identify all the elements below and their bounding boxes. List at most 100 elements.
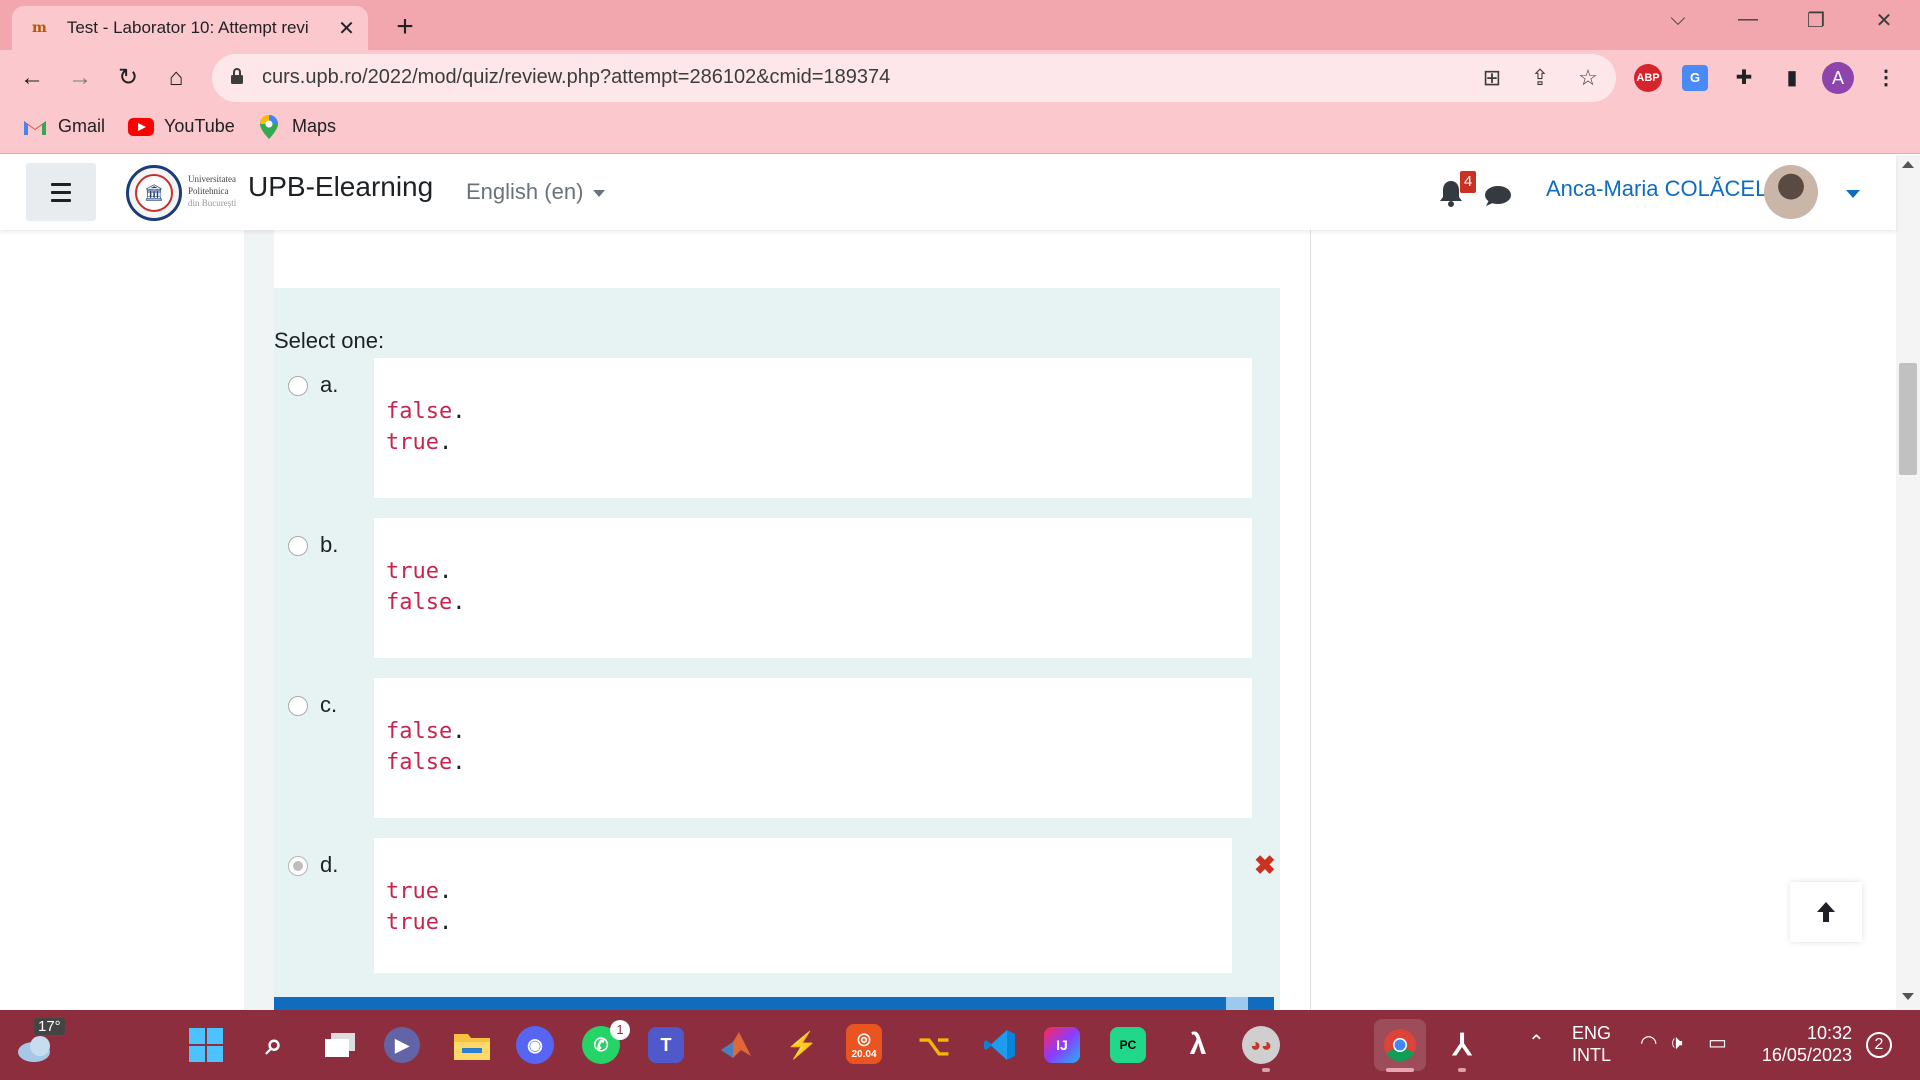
- radio-button[interactable]: [288, 536, 308, 556]
- chrome-menu-icon[interactable]: ⋮: [1870, 62, 1902, 94]
- git-branch-icon[interactable]: ⌥: [912, 1023, 956, 1067]
- caret-down-icon: [593, 189, 606, 197]
- code-literal: false: [386, 750, 453, 775]
- bookmark-star-icon[interactable]: ☆: [1574, 64, 1602, 92]
- app-logo-icon[interactable]: ⚡: [780, 1023, 824, 1067]
- profile-avatar[interactable]: A: [1822, 62, 1854, 94]
- bookmark-youtube[interactable]: YouTube: [128, 116, 235, 137]
- select-one-label: Select one:: [274, 328, 385, 353]
- side-panel-icon[interactable]: ▮: [1776, 62, 1808, 94]
- option-letter: a.: [320, 372, 339, 397]
- hamburger-menu-button[interactable]: [26, 163, 96, 221]
- translate-page-icon[interactable]: ⊞: [1478, 64, 1506, 92]
- home-icon[interactable]: ⌂: [158, 60, 194, 96]
- university-building-icon: 🏛: [135, 174, 173, 212]
- site-name-link[interactable]: UPB-Elearning: [248, 171, 433, 203]
- tab-close-icon[interactable]: ✕: [337, 16, 356, 41]
- code-punct: .: [452, 590, 466, 615]
- windows-taskbar: 17° ⌕ ▶ ◉ ✆ 1 T ⚡ ◎ 20.04 ⌥ IJ PC λ ◕◕ ⅄…: [0, 1010, 1920, 1080]
- notification-center-badge[interactable]: 2: [1866, 1032, 1892, 1058]
- vscode-icon[interactable]: [978, 1023, 1022, 1067]
- back-arrow-icon[interactable]: ←: [14, 60, 50, 96]
- share-icon[interactable]: ⇪: [1526, 64, 1554, 92]
- intellij-idea-icon[interactable]: IJ: [1044, 1027, 1080, 1063]
- pycharm-icon[interactable]: PC: [1110, 1027, 1146, 1063]
- bookmark-label: YouTube: [164, 116, 235, 136]
- code-literal: false: [386, 719, 453, 744]
- extensions-puzzle-icon[interactable]: ✚: [1728, 62, 1760, 94]
- chat-bubble-icon[interactable]: [1484, 185, 1512, 207]
- app-owl-icon[interactable]: ◕◕: [1242, 1026, 1280, 1064]
- forward-arrow-icon[interactable]: →: [62, 60, 98, 96]
- show-hidden-icons-chevron[interactable]: ⌃: [1528, 1032, 1545, 1054]
- scroll-down-arrow-icon[interactable]: [1902, 993, 1914, 1000]
- user-avatar[interactable]: [1764, 165, 1818, 219]
- language-menu[interactable]: English (en): [466, 179, 606, 205]
- restore-window-button[interactable]: ❐: [1796, 8, 1836, 33]
- page-scrollbar[interactable]: [1896, 155, 1920, 1010]
- minimize-window-button[interactable]: —: [1728, 8, 1768, 31]
- new-tab-button[interactable]: +: [390, 10, 420, 44]
- arrow-up-icon: [1817, 902, 1835, 922]
- wifi-icon[interactable]: ◠: [1640, 1032, 1657, 1054]
- option-letter: d.: [320, 852, 339, 877]
- battery-icon[interactable]: ▭: [1708, 1032, 1727, 1054]
- incorrect-x-icon: ✖: [1254, 850, 1276, 880]
- start-windows-icon[interactable]: [184, 1023, 228, 1067]
- address-bar[interactable]: curs.upb.ro/2022/mod/quiz/review.php?att…: [212, 54, 1616, 102]
- input-language-indicator[interactable]: ENG INTL: [1572, 1022, 1611, 1066]
- browser-tab-active[interactable]: m Test - Laborator 10: Attempt revi ✕: [12, 6, 368, 50]
- code-punct: .: [452, 719, 466, 744]
- feedback-bar: [274, 997, 1274, 1010]
- youtube-icon: [128, 117, 154, 137]
- adblock-plus-icon[interactable]: ABP: [1634, 64, 1662, 92]
- upb-logo[interactable]: 🏛: [126, 165, 182, 221]
- search-icon[interactable]: ⌕: [252, 1023, 296, 1067]
- radio-button[interactable]: [288, 376, 308, 396]
- user-name-link[interactable]: Anca-Maria COLĂCEL: [1546, 176, 1767, 202]
- code-punct: .: [438, 430, 453, 455]
- logo-wordmark: Universitatea Politehnica din București: [188, 173, 236, 209]
- option-code-box: true. true.: [374, 838, 1232, 973]
- task-view-icon[interactable]: [318, 1023, 362, 1067]
- file-explorer-icon[interactable]: [450, 1023, 494, 1067]
- web-page: 🏛 Universitatea Politehnica din Bucureșt…: [0, 155, 1920, 1010]
- bookmark-maps[interactable]: Maps: [256, 114, 336, 139]
- code-line: false.: [386, 747, 1240, 778]
- back-to-top-button[interactable]: [1790, 882, 1862, 942]
- code-line: true.: [386, 876, 1220, 907]
- teams-chat-icon[interactable]: ▶: [384, 1027, 420, 1063]
- user-menu-caret-icon[interactable]: [1846, 190, 1860, 198]
- maps-pin-icon: [256, 114, 282, 139]
- url-text[interactable]: curs.upb.ro/2022/mod/quiz/review.php?att…: [262, 66, 890, 89]
- code-line: true.: [386, 427, 1240, 458]
- code-literal: true: [386, 559, 439, 584]
- reload-icon[interactable]: ↻: [110, 60, 146, 96]
- radio-button-selected[interactable]: [288, 856, 308, 876]
- chrome-taskbar-icon[interactable]: [1374, 1019, 1426, 1071]
- browser-toolbar: ← → ↻ ⌂ curs.upb.ro/2022/mod/quiz/review…: [0, 50, 1920, 106]
- discord-icon[interactable]: ◉: [516, 1026, 554, 1064]
- acrobat-reader-icon[interactable]: ⅄: [1440, 1023, 1484, 1067]
- matlab-icon[interactable]: [714, 1023, 758, 1067]
- scroll-up-arrow-icon[interactable]: [1902, 161, 1914, 168]
- code-punct: .: [438, 559, 453, 584]
- tab-search-chevron-icon[interactable]: ⌵: [1658, 8, 1698, 31]
- language-label: English (en): [466, 179, 584, 204]
- scrollbar-thumb[interactable]: [1899, 363, 1917, 475]
- app-lambda-icon[interactable]: λ: [1176, 1023, 1220, 1067]
- close-window-button[interactable]: ✕: [1864, 8, 1904, 33]
- microsoft-teams-icon[interactable]: T: [648, 1027, 684, 1063]
- clock[interactable]: 10:32 16/05/2023: [1756, 1022, 1852, 1066]
- volume-icon[interactable]: 🕩: [1670, 1032, 1683, 1054]
- clock-time: 10:32: [1806, 1023, 1852, 1043]
- code-punct: .: [438, 879, 453, 904]
- question-content: Select one: a. false. true. b. true. fal…: [244, 230, 1280, 1010]
- whatsapp-unread-badge: 1: [610, 1020, 630, 1040]
- google-translate-icon[interactable]: G: [1682, 65, 1708, 91]
- radio-button[interactable]: [288, 696, 308, 716]
- ubuntu-icon[interactable]: ◎ 20.04: [846, 1024, 882, 1064]
- option-letter: b.: [320, 532, 339, 557]
- bookmark-gmail[interactable]: Gmail: [22, 116, 105, 137]
- feedback-bar-edge: [1226, 997, 1248, 1010]
